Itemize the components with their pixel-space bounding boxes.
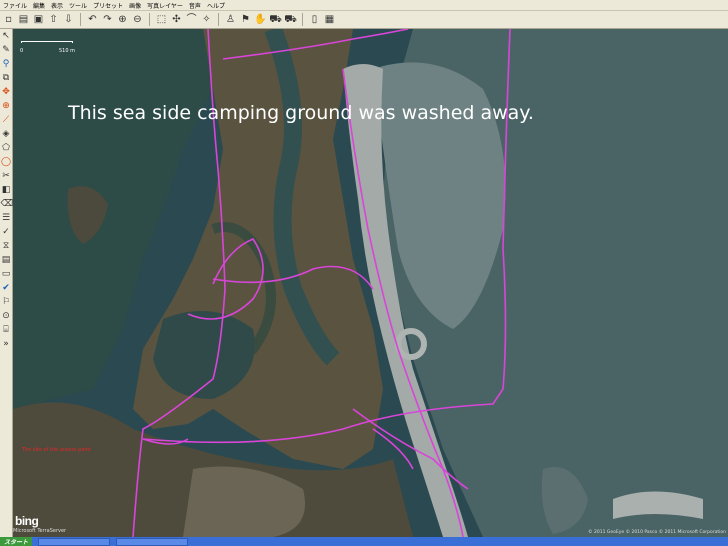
grid-icon[interactable]: ▦	[323, 13, 336, 26]
toolbar-separator	[218, 13, 219, 26]
menu-item-7[interactable]: 音声	[186, 1, 204, 10]
compass-tool-icon[interactable]: ⊙	[1, 311, 12, 322]
menu-item-4[interactable]: プリセット	[90, 1, 126, 10]
frame-tool-icon[interactable]: ▭	[1, 269, 12, 280]
save-icon[interactable]: ▣	[32, 13, 45, 26]
erase-tool-icon[interactable]: ⌫	[1, 199, 14, 210]
stamp-tool-icon[interactable]: ▤	[1, 255, 12, 266]
taskbar-item[interactable]	[116, 537, 189, 546]
filter-tool-icon[interactable]: ⧖	[1, 241, 12, 252]
person-icon[interactable]: ♙	[224, 13, 237, 26]
expand-icon[interactable]: »	[1, 339, 12, 350]
ellipse-tool-icon[interactable]: ◯	[1, 157, 12, 168]
menu-item-6[interactable]: 写真レイヤー	[144, 1, 186, 10]
mark-tool-icon[interactable]: ✓	[1, 227, 12, 238]
menu-item-0[interactable]: ファイル	[0, 1, 30, 10]
new-file-icon[interactable]: ▫	[2, 13, 15, 26]
pencil-tool-icon[interactable]: ✎	[1, 45, 12, 56]
path-tool-icon[interactable]: ⟋	[1, 115, 12, 126]
properties-tool-icon[interactable]: ☰	[1, 213, 12, 224]
scale-line	[21, 41, 73, 43]
menu-item-8[interactable]: ヘルプ	[204, 1, 228, 10]
lasso-icon[interactable]: ⌒	[185, 13, 198, 26]
toolbar-separator	[149, 13, 150, 26]
zoom-in-icon[interactable]: ⊕	[116, 13, 129, 26]
wand-icon[interactable]: ✧	[200, 13, 213, 26]
left-tool-panel: ↖ ✎ ⚲ ⧉ ✥ ⊕ ⟋ ◈ ⬠ ◯ ✂ ◧ ⌫ ☰ ✓ ⧖ ▤ ▭ ✔ ⚐ ⊙ ⌸ »	[0, 29, 13, 537]
redo-icon[interactable]: ↷	[101, 13, 114, 26]
car-icon[interactable]: ⛟	[269, 13, 282, 26]
map-scale-bar: 0 510 m	[17, 37, 79, 54]
bing-logo: bing	[15, 514, 39, 528]
move-tool-icon[interactable]: ✥	[1, 87, 12, 98]
cut-tool-icon[interactable]: ✂	[1, 171, 12, 182]
undo-icon[interactable]: ↶	[86, 13, 99, 26]
zoom-out-icon[interactable]: ⊖	[131, 13, 144, 26]
menu-item-3[interactable]: ツール	[66, 1, 90, 10]
zoom-tool-icon[interactable]: ⚲	[1, 59, 12, 70]
slide-caption: This sea side camping ground was washed …	[68, 102, 534, 124]
toolbar: ▫ ▤ ▣ ⇧ ⇩ ↶ ↷ ⊕ ⊖ ⬚ ✣ ⌒ ✧ ♙ ⚑ ✋ ⛟ ⛟ ▯ ▦	[0, 11, 728, 29]
node-tool-icon[interactable]: ◈	[1, 129, 12, 140]
car-alt-icon[interactable]: ⛟	[284, 13, 297, 26]
menu-bar: ファイル 編集 表示 ツール プリセット 画像 写真レイヤー 音声 ヘルプ	[0, 0, 728, 11]
satellite-map[interactable]: 0 510 m This sea side camping ground was…	[13, 29, 728, 537]
scale-zero-label: 0	[20, 48, 24, 54]
start-button[interactable]: スタート	[0, 537, 33, 546]
tag-tool-icon[interactable]: ⚐	[1, 297, 12, 308]
ruler-tool-icon[interactable]: ⌸	[1, 325, 12, 336]
move-icon[interactable]: ✣	[170, 13, 183, 26]
toolbar-separator	[80, 13, 81, 26]
polygon-tool-icon[interactable]: ⬠	[1, 143, 12, 154]
crosshair-tool-icon[interactable]: ⊕	[1, 101, 12, 112]
toolbar-separator	[302, 13, 303, 26]
map-copyright: © 2011 GeoEye © 2010 Pasco © 2011 Micros…	[588, 530, 726, 535]
scale-length-label: 510 m	[59, 48, 76, 54]
taskbar: スタート	[0, 537, 728, 546]
upload-icon[interactable]: ⇧	[47, 13, 60, 26]
download-icon[interactable]: ⇩	[62, 13, 75, 26]
map-annotation: The site of the access point	[22, 447, 91, 453]
page-icon[interactable]: ▯	[308, 13, 321, 26]
menu-item-2[interactable]: 表示	[48, 1, 66, 10]
check-tool-icon[interactable]: ✔	[1, 283, 12, 294]
flag-icon[interactable]: ⚑	[239, 13, 252, 26]
pointer-tool-icon[interactable]: ↖	[1, 31, 12, 42]
taskbar-item[interactable]	[38, 537, 111, 546]
menu-item-5[interactable]: 画像	[126, 1, 144, 10]
imagery-credit: Microsoft TerraServer	[13, 528, 67, 534]
open-file-icon[interactable]: ▤	[17, 13, 30, 26]
select-icon[interactable]: ⬚	[155, 13, 168, 26]
fill-tool-icon[interactable]: ◧	[1, 185, 12, 196]
layer-tool-icon[interactable]: ⧉	[1, 73, 12, 84]
menu-item-1[interactable]: 編集	[30, 1, 48, 10]
hand-icon[interactable]: ✋	[254, 13, 267, 26]
